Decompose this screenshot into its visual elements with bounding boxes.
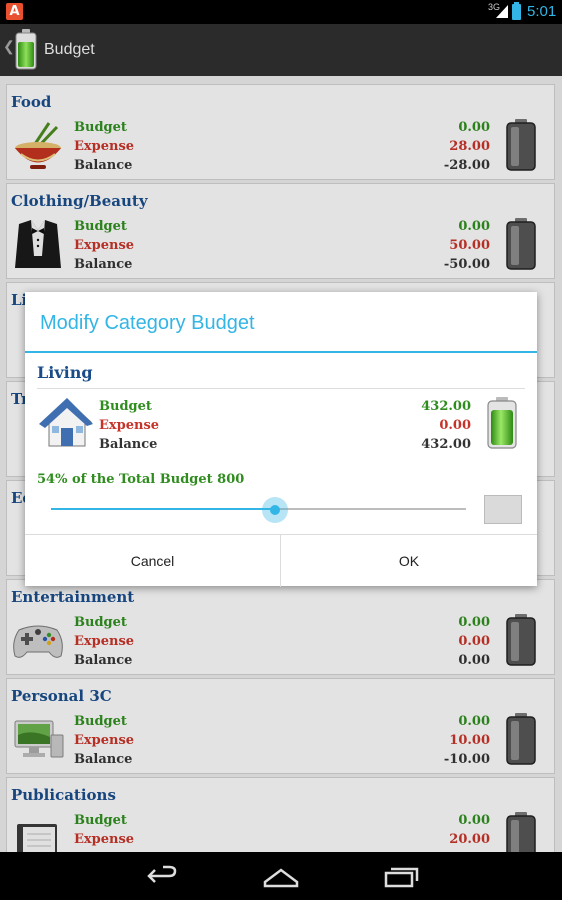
battery-full-icon bbox=[487, 397, 517, 449]
dialog-title-divider bbox=[25, 351, 537, 353]
budget-label: Budget bbox=[99, 399, 152, 414]
recent-apps-icon[interactable] bbox=[382, 862, 422, 890]
navigation-bar bbox=[0, 852, 562, 900]
budget-percent-text: 54% of the Total Budget 800 bbox=[37, 472, 245, 487]
battery-charging-icon bbox=[512, 2, 521, 20]
dialog-title: Modify Category Budget bbox=[40, 312, 255, 334]
battery-app-icon[interactable] bbox=[14, 28, 38, 70]
page-title: Budget bbox=[44, 41, 95, 58]
expense-label: Expense bbox=[99, 418, 160, 433]
clock: 5:01 bbox=[527, 3, 557, 20]
divider bbox=[37, 388, 525, 389]
dialog-button-row: Cancel OK bbox=[25, 534, 537, 587]
status-bar: A 3G 5:01 bbox=[0, 0, 562, 24]
action-bar: ❮ Budget bbox=[0, 24, 562, 76]
cancel-button[interactable]: Cancel bbox=[25, 535, 281, 587]
budget-slider-track[interactable] bbox=[51, 508, 466, 510]
ok-button[interactable]: OK bbox=[281, 535, 537, 587]
back-caret-icon[interactable]: ❮ bbox=[3, 38, 15, 55]
balance-label: Balance bbox=[99, 437, 158, 452]
expense-value: 0.00 bbox=[439, 418, 471, 433]
balance-value: 432.00 bbox=[421, 437, 471, 452]
color-swatch-button[interactable] bbox=[484, 495, 522, 524]
signal-icon bbox=[496, 5, 508, 18]
budget-value: 432.00 bbox=[421, 399, 471, 414]
app-notification-icon: A bbox=[6, 3, 23, 20]
budget-slider-thumb[interactable] bbox=[262, 497, 289, 523]
dialog-category-name: Living bbox=[37, 363, 93, 382]
modify-budget-dialog: Modify Category Budget Living Budget Exp… bbox=[25, 292, 537, 587]
house-icon bbox=[39, 398, 93, 447]
back-nav-icon[interactable] bbox=[141, 862, 181, 890]
budget-slider-fill bbox=[51, 508, 276, 510]
home-nav-icon[interactable] bbox=[261, 862, 301, 890]
